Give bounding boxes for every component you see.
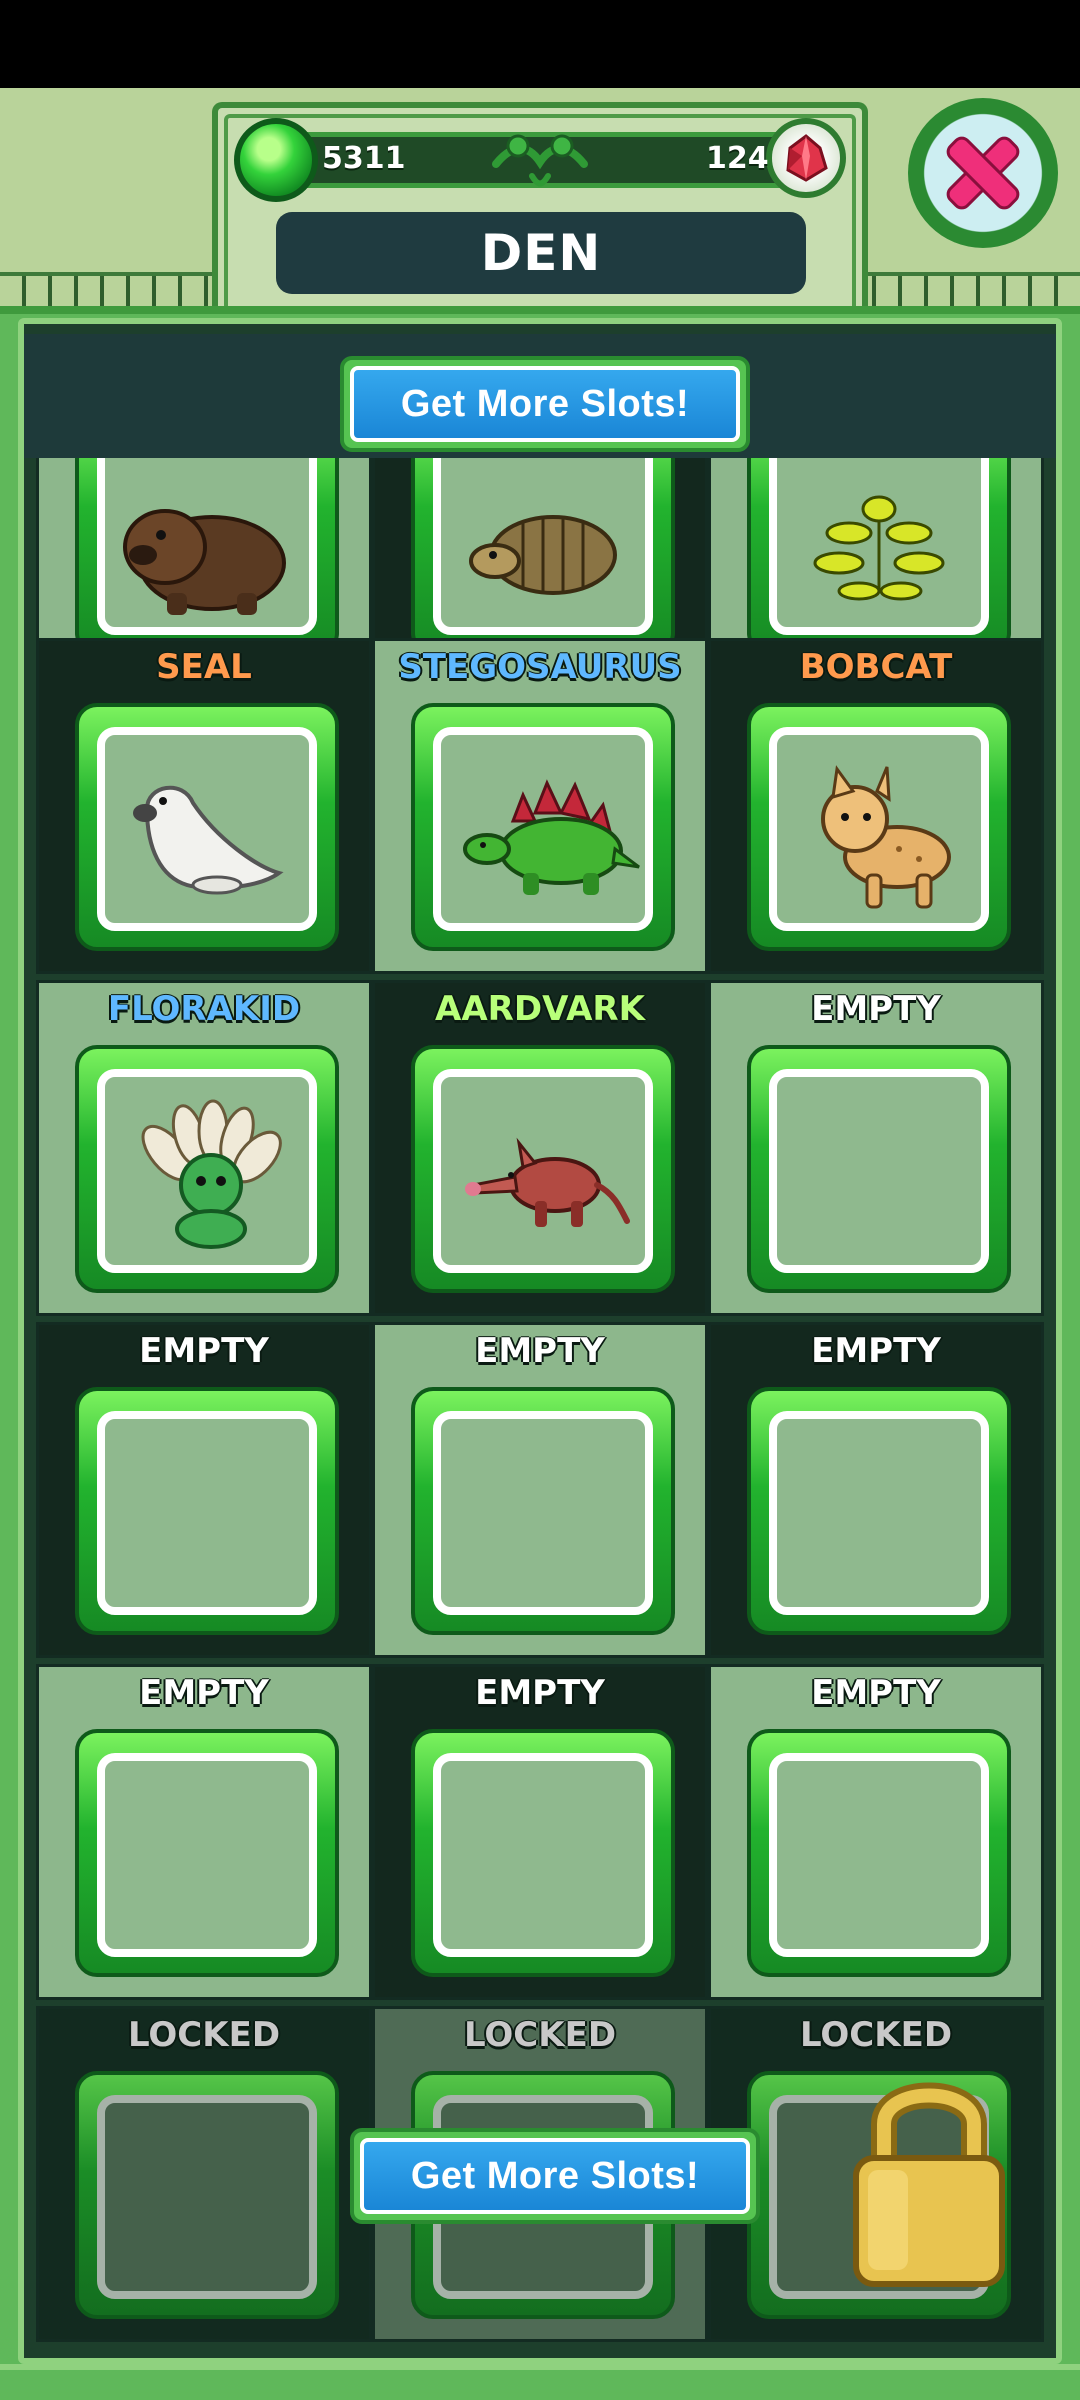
slot-label: FLORAKID (107, 989, 301, 1029)
slot-cell-empty[interactable]: EMPTY (36, 1322, 372, 1658)
wombat-icon (123, 509, 286, 615)
slot-label: AARDVARK (435, 989, 645, 1029)
slot-cell-florakid[interactable]: FLORAKID (36, 980, 372, 1316)
slot-frame (75, 1387, 339, 1635)
close-button[interactable] (908, 98, 1058, 248)
status-bar (0, 0, 1080, 88)
slot-frame (411, 458, 675, 655)
plant-creature-icon (813, 495, 945, 601)
slot-frame (75, 458, 339, 655)
slot-frame (411, 1387, 675, 1635)
slot-cell-empty[interactable]: EMPTY (372, 1664, 708, 2000)
seal-icon (133, 785, 284, 895)
red-crystal-icon (766, 118, 846, 198)
slot-label: SEAL (156, 647, 252, 687)
slot-cell-bobcat[interactable]: BOBCAT (708, 638, 1044, 974)
slot-cell-stegosaurus[interactable]: STEGOSAURUS (372, 638, 708, 974)
slot-cell-empty[interactable]: EMPTY (372, 1322, 708, 1658)
slot-grid[interactable]: SEAL STEGOSAURUS BOBCAT FLORAKID AARDVAR… (36, 458, 1046, 2346)
slot-frame (411, 1045, 675, 1293)
red-currency-amount: 124 (706, 141, 769, 176)
slot-label: LOCKED (799, 2015, 953, 2055)
slot-frame (747, 1729, 1011, 1977)
slot-cell-empty[interactable]: EMPTY (708, 1664, 1044, 2000)
vine-ornament-icon (492, 134, 588, 187)
slot-cell-empty[interactable]: EMPTY (36, 1664, 372, 2000)
slot-label: LOCKED (463, 2015, 617, 2055)
slot-label: EMPTY (811, 1331, 941, 1371)
slot-cell-empty[interactable]: EMPTY (708, 1322, 1044, 1658)
page-title-plate: DEN (276, 212, 806, 294)
slot-frame (747, 1045, 1011, 1293)
slot-frame (747, 1387, 1011, 1635)
bobcat-icon (821, 765, 951, 909)
slot-frame (747, 458, 1011, 655)
panel-bottom-edge (0, 2364, 1080, 2400)
slot-frame (75, 703, 339, 951)
slot-frame (75, 1729, 339, 1977)
slot-label: EMPTY (475, 1331, 605, 1371)
stegosaurus-icon (463, 779, 640, 895)
green-currency-amount: 5311 (322, 141, 406, 176)
get-more-slots-label: Get More Slots! (410, 2154, 700, 2197)
page-title: DEN (480, 224, 602, 282)
slot-frame (411, 703, 675, 951)
slot-frame (747, 703, 1011, 951)
close-x-icon (946, 136, 1020, 210)
florakid-icon (141, 1099, 282, 1249)
slot-frame (75, 1045, 339, 1293)
slot-label: EMPTY (139, 1673, 269, 1713)
slot-label: STEGOSAURUS (398, 647, 682, 687)
slot-label: EMPTY (811, 1673, 941, 1713)
armadillo-icon (469, 515, 617, 595)
slot-label: EMPTY (811, 989, 941, 1029)
get-more-slots-button-top[interactable]: Get More Slots! (340, 356, 750, 452)
aardvark-icon (465, 1137, 630, 1227)
slot-label: EMPTY (475, 1673, 605, 1713)
get-more-slots-button-bottom[interactable]: Get More Slots! (350, 2128, 760, 2224)
get-more-slots-label: Get More Slots! (400, 382, 690, 425)
slot-frame (411, 1729, 675, 1977)
slot-cell-locked[interactable]: LOCKED (36, 2006, 372, 2342)
slot-cell-aardvark[interactable]: AARDVARK (372, 980, 708, 1316)
slot-cell-seal[interactable]: SEAL (36, 638, 372, 974)
padlock-icon (853, 2082, 1005, 2287)
slot-label: EMPTY (139, 1331, 269, 1371)
slot-frame (75, 2071, 339, 2319)
slot-label: BOBCAT (799, 647, 953, 687)
slot-cell-empty[interactable]: EMPTY (708, 980, 1044, 1316)
slot-label: LOCKED (127, 2015, 281, 2055)
green-gem-icon (234, 118, 318, 202)
